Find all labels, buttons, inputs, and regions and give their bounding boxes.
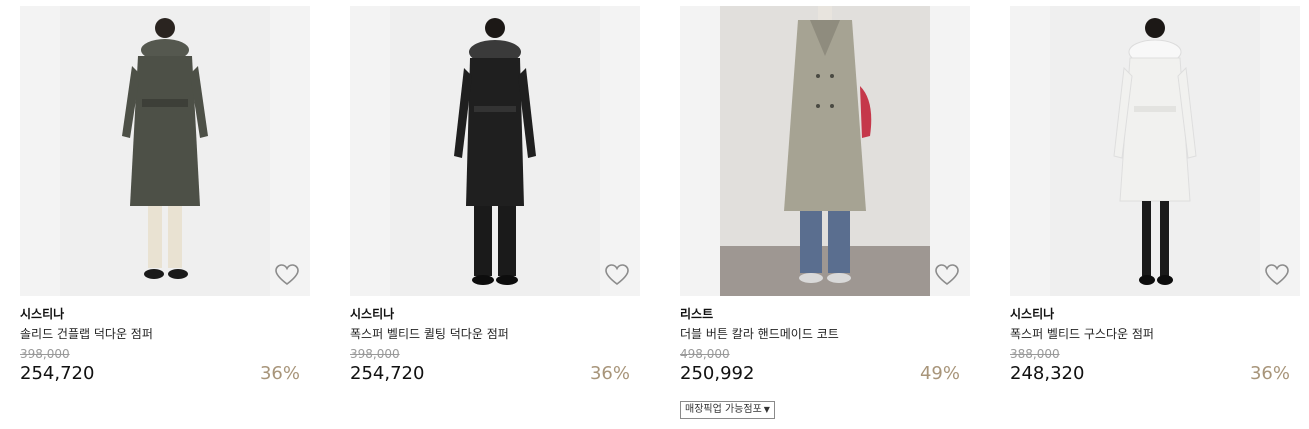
product-card[interactable]: 시스티나 솔리드 건플랩 덕다운 점퍼 398,000 254,720 36% [20,6,310,386]
discount-rate: 36% [259,363,300,384]
sale-price: 254,720 [20,363,95,384]
caret-down-icon: ▼ [763,405,770,414]
original-price: 388,000 [1010,347,1060,361]
product-photo[interactable] [1050,6,1260,296]
original-price: 398,000 [350,347,400,361]
store-pickup-dropdown[interactable]: 매장픽업 가능점포 ▼ [680,401,775,419]
product-name[interactable]: 솔리드 건플랩 덕다운 점퍼 [20,326,310,342]
original-price: 398,000 [20,347,70,361]
product-photo[interactable] [720,6,930,296]
product-brand[interactable]: 시스티나 [1010,306,1300,322]
wishlist-heart-icon[interactable] [934,262,960,288]
product-grid: 시스티나 솔리드 건플랩 덕다운 점퍼 398,000 254,720 36% [0,0,1309,429]
product-image-area[interactable] [680,6,970,296]
product-brand[interactable]: 리스트 [680,306,970,322]
product-card[interactable]: 시스티나 폭스퍼 벨티드 구스다운 점퍼 388,000 248,320 36% [1010,6,1300,386]
discount-rate: 36% [589,363,630,384]
product-image-area[interactable] [350,6,640,296]
product-image-area[interactable] [1010,6,1300,296]
product-name[interactable]: 폭스퍼 벨티드 구스다운 점퍼 [1010,326,1300,342]
wishlist-heart-icon[interactable] [604,262,630,288]
product-brand[interactable]: 시스티나 [350,306,640,322]
product-image-area[interactable] [20,6,310,296]
product-photo[interactable] [60,6,270,296]
discount-rate: 49% [919,363,960,384]
store-pickup-label: 매장픽업 가능점포 [685,404,762,415]
sale-price: 254,720 [350,363,425,384]
product-name[interactable]: 폭스퍼 벨티드 퀼팅 덕다운 점퍼 [350,326,640,342]
product-photo[interactable] [390,6,600,296]
sale-price: 250,992 [680,363,755,384]
product-card[interactable]: 리스트 더블 버튼 칼라 핸드메이드 코트 498,000 250,992 49… [680,6,970,419]
product-brand[interactable]: 시스티나 [20,306,310,322]
wishlist-heart-icon[interactable] [1264,262,1290,288]
sale-price: 248,320 [1010,363,1085,384]
original-price: 498,000 [680,347,730,361]
wishlist-heart-icon[interactable] [274,262,300,288]
product-name[interactable]: 더블 버튼 칼라 핸드메이드 코트 [680,326,970,342]
discount-rate: 36% [1249,363,1290,384]
product-card[interactable]: 시스티나 폭스퍼 벨티드 퀼팅 덕다운 점퍼 398,000 254,720 3… [350,6,640,386]
